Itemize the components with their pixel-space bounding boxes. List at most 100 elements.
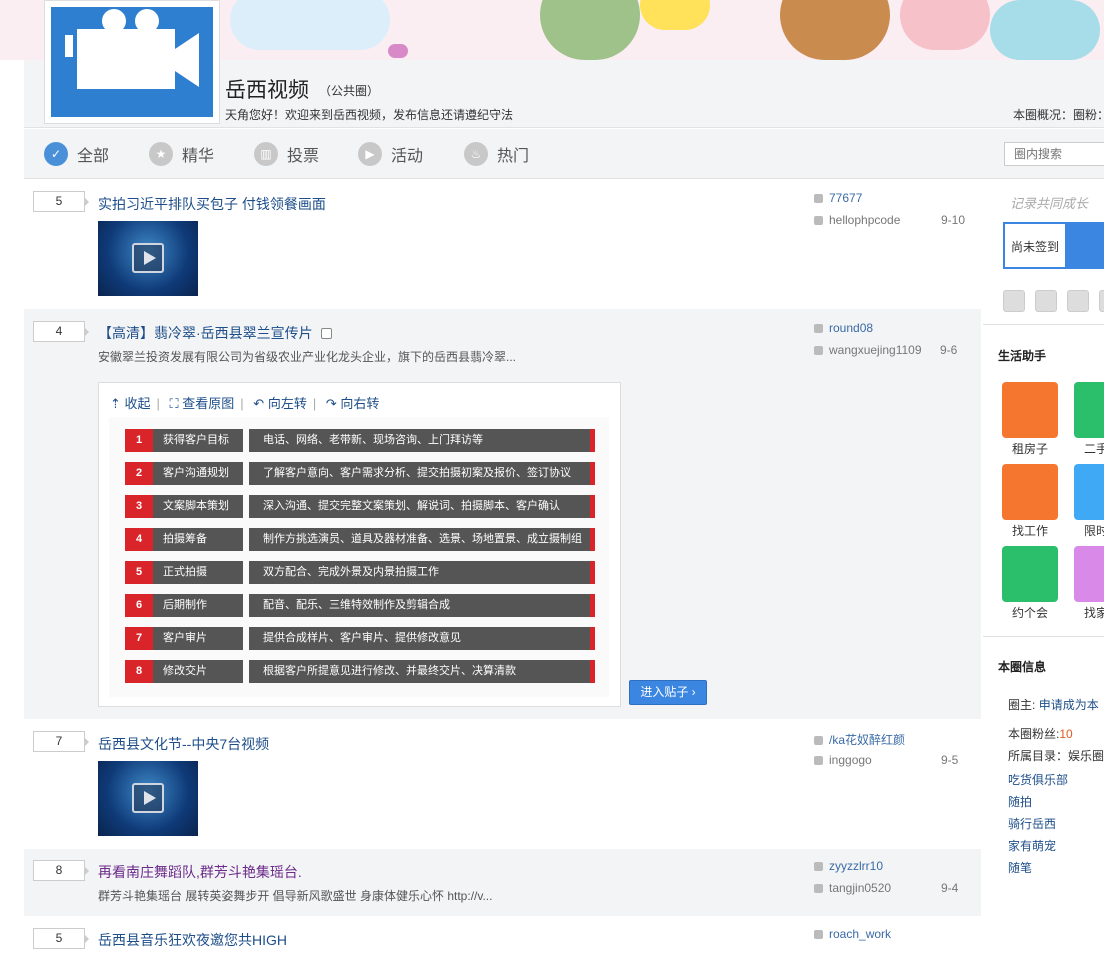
last-replier[interactable]: tangjin0520 [814,881,891,895]
view-original-button[interactable]: ⛶ 查看原图 [170,396,235,411]
post-title[interactable]: 再看南庄舞蹈队,群芳斗艳集瑶台. [98,862,302,882]
app-label: 找工作 [1012,524,1049,538]
group-title: 岳西视频 [225,79,309,102]
post-author[interactable]: /ka花奴醉红颜 [814,731,905,748]
related-group-link[interactable]: 随拍 [1008,793,1032,810]
app-label: 找家 [1084,606,1104,620]
comment-icon [814,346,823,355]
handshake-icon[interactable] [1074,546,1104,602]
tab-vote[interactable]: ▥ 投票 [254,141,319,167]
tab-hot[interactable]: ♨ 热门 [464,141,529,167]
group-overview: 本圈概况：圈粉： [1013,108,1104,122]
tab-label: 投票 [287,148,320,165]
app-label: 约个会 [1012,606,1049,620]
badge-icon[interactable] [1067,290,1089,312]
post-date: 9-4 [941,881,959,895]
activity-icon: ▶ [358,142,382,166]
tab-activity[interactable]: ▶ 活动 [358,141,423,167]
badge-icon[interactable] [1035,290,1057,312]
group-logo [44,0,220,124]
comment-icon [814,756,823,765]
fans-row: 本圈粉丝:10 [1008,727,1073,741]
image-attachment-icon [320,328,332,339]
image-viewer: ⇡ 收起 | ⛶ 查看原图 | ↶ 向左转 | ↷ 向右转 1 获得客户目标 电话、网络、… [98,382,621,707]
post-title[interactable]: 岳西县音乐狂欢夜邀您共HIGH [98,930,287,950]
owner-row: 圈主: 申请成为本 [1008,698,1099,712]
star-icon: ★ [149,142,173,166]
list-item: 7 岳西县文化节--中央7台视频 /ka花奴醉红颜 inggogo 9-5 [24,719,981,849]
tab-label: 精华 [182,148,215,165]
comment-icon [814,884,823,893]
post-title[interactable]: 实拍习近平排队买包子 付钱领餐画面 [98,194,326,214]
user-icon [814,324,823,333]
related-group-link[interactable]: 随笔 [1008,859,1032,876]
list-item: 8 再看南庄舞蹈队,群芳斗艳集瑶台. 群芳斗艳集瑶台 展转英姿舞步开 倡导新风歌… [24,849,981,916]
tab-featured[interactable]: ★ 精华 [149,141,214,167]
user-icon [814,736,823,745]
post-author[interactable]: zyyzzlrr10 [814,859,883,873]
vote-icon: ▥ [254,142,278,166]
all-icon: ✓ [44,142,68,166]
viewer-toolbar: ⇡ 收起 | ⛶ 查看原图 | ↶ 向左转 | ↷ 向右转 [110,396,380,411]
video-thumbnail[interactable] [98,221,198,296]
fire-icon: ♨ [464,142,488,166]
checkin-button[interactable]: 尚未签到 [1003,222,1104,269]
post-date: 9-6 [940,343,958,357]
post-image[interactable]: 1 获得客户目标 电话、网络、老带新、现场咨询、上门拜访等 2 客户沟通规划 了解客户意… [109,417,609,697]
briefcase-icon[interactable] [1002,464,1058,520]
list-item: 5 岳西县音乐狂欢夜邀您共HIGH roach_work [24,916,981,955]
related-group-link[interactable]: 吃货俱乐部 [1008,771,1068,788]
post-author[interactable]: 77677 [814,191,862,205]
search-input[interactable] [1004,142,1104,166]
app-label: 租房子 [1012,442,1049,456]
post-title[interactable]: 岳西县文化节--中央7台视频 [98,734,269,754]
apply-owner-link[interactable]: 申请成为本 [1039,698,1099,712]
rotate-right-button[interactable]: ↷ 向右转 [326,396,380,411]
tab-label: 全部 [77,148,110,165]
reply-count: 8 [33,860,89,881]
people-icon[interactable] [1002,546,1058,602]
play-icon [132,243,164,273]
last-replier[interactable]: hellophpcode [814,213,900,227]
user-icon [814,194,823,203]
post-author[interactable]: round08 [814,321,873,335]
calendar-icon [1065,224,1104,267]
tab-all[interactable]: ✓ 全部 [44,141,109,167]
reply-count: 5 [33,191,89,212]
tab-label: 热门 [497,148,530,165]
user-icon [814,862,823,871]
post-date: 9-5 [941,753,959,767]
enter-post-button[interactable]: 进入贴子 › [629,680,707,705]
post-author[interactable]: roach_work [814,927,891,941]
life-helper-title: 生活助手 [998,349,1047,363]
catalog-row: 所属目录：娱乐圈 [1008,749,1104,763]
post-title[interactable]: 【高清】翡冷翠·岳西县翠兰宣传片 [98,325,313,341]
play-icon [132,783,164,813]
app-label: 二手 [1084,442,1104,456]
video-thumbnail[interactable] [98,761,198,836]
related-group-link[interactable]: 骑行岳西 [1008,815,1056,832]
last-replier[interactable]: inggogo [814,753,872,767]
group-info-title: 本圈信息 [998,660,1047,674]
divider [983,636,1104,637]
second-hand-icon[interactable] [1074,382,1104,438]
group-type: （公共圈） [319,84,380,98]
post-description: 群芳斗艳集瑶台 展转英姿舞步开 倡导新风歌盛世 身康体健乐心怀 http://v… [98,889,493,903]
reply-count: 4 [33,321,89,342]
app-label: 限时 [1084,524,1104,538]
badge-icon[interactable] [1003,290,1025,312]
tab-label: 活动 [391,148,424,165]
divider [983,324,1104,325]
rotate-left-button[interactable]: ↶ 向左转 [253,396,307,411]
list-item: 5 实拍习近平排队买包子 付钱领餐画面 77677 hellophpcode 9… [24,179,981,309]
collapse-button[interactable]: ⇡ 收起 [110,396,151,411]
video-camera-icon [65,9,199,89]
user-icon [814,930,823,939]
house-icon[interactable] [1002,382,1058,438]
welcome-message: 天角您好！欢迎来到岳西视频，发布信息还请遵纪守法 [225,108,514,122]
last-replier[interactable]: wangxuejing1109 [814,343,922,357]
related-group-link[interactable]: 家有萌宠 [1008,837,1056,854]
reply-count: 5 [33,928,89,949]
clock-icon[interactable] [1074,464,1104,520]
badge-icon[interactable] [1099,290,1104,312]
